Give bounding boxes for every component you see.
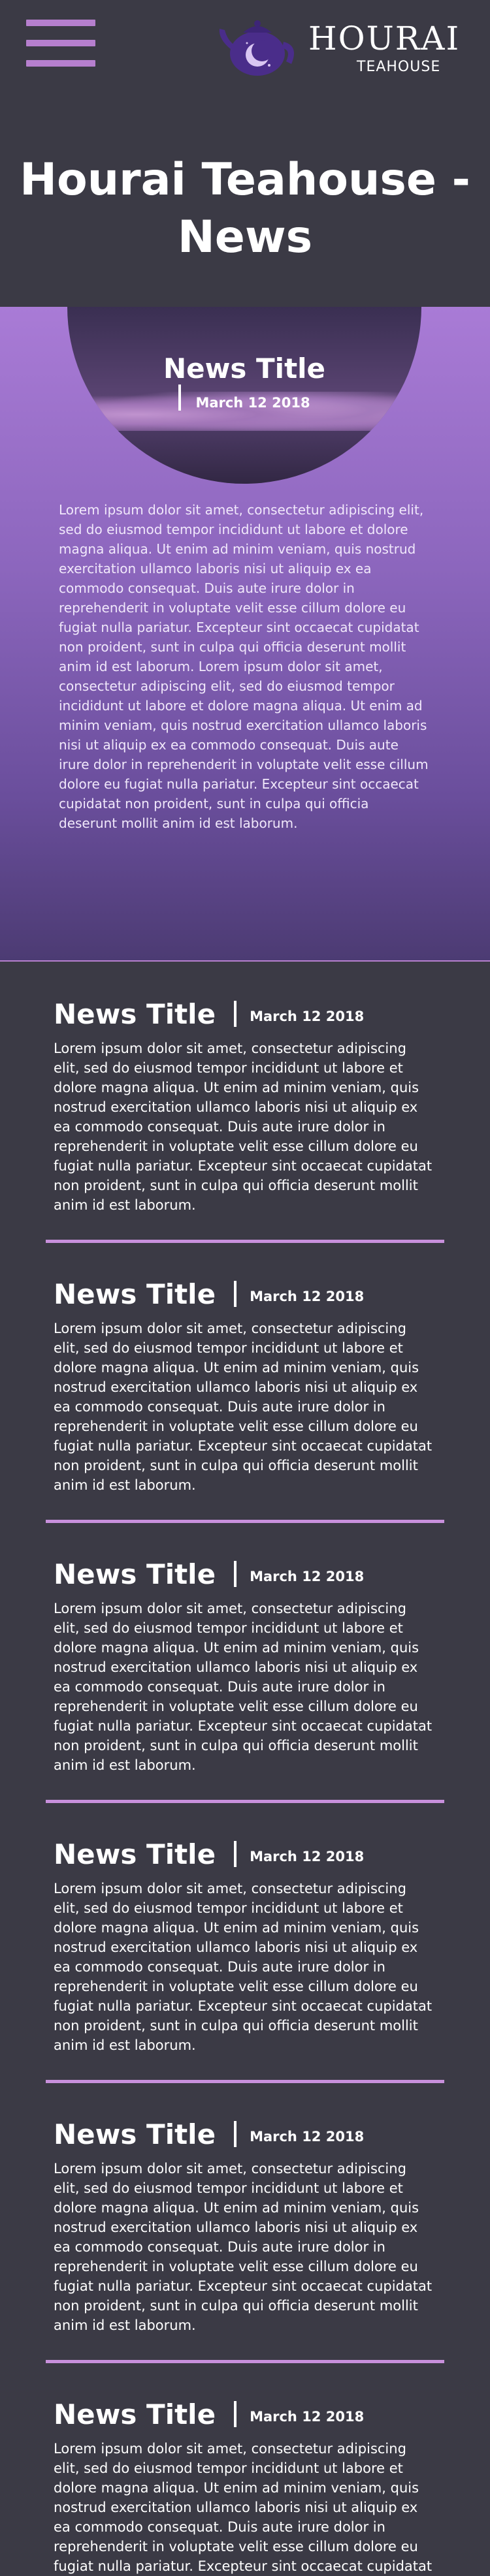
- news-item: News Title March 12 2018 Lorem ipsum dol…: [46, 1554, 444, 1803]
- news-date: March 12 2018: [250, 1569, 365, 1584]
- teapot-moon-logo-icon: [219, 20, 294, 76]
- featured-news: News Title March 12 2018 Lorem ipsum dol…: [0, 307, 490, 962]
- news-head: News Title March 12 2018: [54, 1554, 436, 1594]
- news-title[interactable]: News Title: [54, 998, 216, 1030]
- featured-title: News Title: [163, 353, 326, 385]
- news-body: Lorem ipsum dolor sit amet, consectetur …: [54, 2441, 433, 2574]
- featured-date: March 12 2018: [195, 395, 310, 411]
- news-body: Lorem ipsum dolor sit amet, consectetur …: [54, 1881, 433, 2053]
- news-body: Lorem ipsum dolor sit amet, consectetur …: [54, 1321, 433, 1493]
- news-item: News Title March 12 2018 Lorem ipsum dol…: [46, 2395, 444, 2576]
- date-separator: [234, 1001, 237, 1027]
- site-logo[interactable]: HOURAI TEAHOUSE: [218, 13, 473, 78]
- news-item: News Title March 12 2018 Lorem ipsum dol…: [46, 1834, 444, 2083]
- news-title[interactable]: News Title: [54, 2118, 216, 2150]
- news-title[interactable]: News Title: [54, 2398, 216, 2430]
- news-head: News Title March 12 2018: [54, 2395, 436, 2434]
- news-date: March 12 2018: [250, 2409, 365, 2425]
- news-date: March 12 2018: [250, 1849, 365, 1864]
- date-separator: [234, 1281, 237, 1307]
- news-head: News Title March 12 2018: [54, 1834, 436, 1874]
- featured-date-row: March 12 2018: [67, 385, 421, 411]
- news-head: News Title March 12 2018: [54, 1274, 436, 1313]
- banner-ground-image: [67, 431, 421, 484]
- date-separator: [234, 1561, 237, 1587]
- news-date: March 12 2018: [250, 1289, 365, 1304]
- featured-banner[interactable]: News Title March 12 2018: [67, 307, 421, 484]
- news-item: News Title March 12 2018 Lorem ipsum dol…: [46, 994, 444, 1243]
- news-list: News Title March 12 2018 Lorem ipsum dol…: [0, 962, 490, 2576]
- featured-body: Lorem ipsum dolor sit amet, consectetur …: [59, 502, 429, 831]
- date-separator: [234, 2401, 237, 2427]
- news-title[interactable]: News Title: [54, 1278, 216, 1310]
- news-head: News Title March 12 2018: [54, 2114, 436, 2154]
- date-separator: [234, 2121, 237, 2147]
- news-title[interactable]: News Title: [54, 1558, 216, 1590]
- news-item: News Title March 12 2018 Lorem ipsum dol…: [46, 2114, 444, 2363]
- news-title[interactable]: News Title: [54, 1838, 216, 1870]
- news-item: News Title March 12 2018 Lorem ipsum dol…: [46, 1274, 444, 1523]
- page-title: Hourai Teahouse - News: [20, 154, 470, 263]
- news-body: Lorem ipsum dolor sit amet, consectetur …: [54, 1041, 433, 1213]
- news-body: Lorem ipsum dolor sit amet, consectetur …: [54, 2161, 433, 2333]
- news-head: News Title March 12 2018: [54, 994, 436, 1033]
- hamburger-line: [26, 20, 95, 26]
- news-body: Lorem ipsum dolor sit amet, consectetur …: [54, 1601, 433, 1773]
- site-header: HOURAI TEAHOUSE Hourai Teahouse - News: [0, 0, 490, 307]
- logo-subtitle: TEAHOUSE: [357, 59, 441, 75]
- news-date: March 12 2018: [250, 2129, 365, 2144]
- hamburger-line: [26, 40, 95, 46]
- logo-wordmark: HOURAI: [308, 20, 461, 57]
- news-date: March 12 2018: [250, 1009, 365, 1024]
- date-separator: [234, 1841, 237, 1867]
- hamburger-line: [26, 60, 95, 67]
- hamburger-menu-icon[interactable]: [26, 20, 95, 69]
- date-separator: [178, 385, 182, 411]
